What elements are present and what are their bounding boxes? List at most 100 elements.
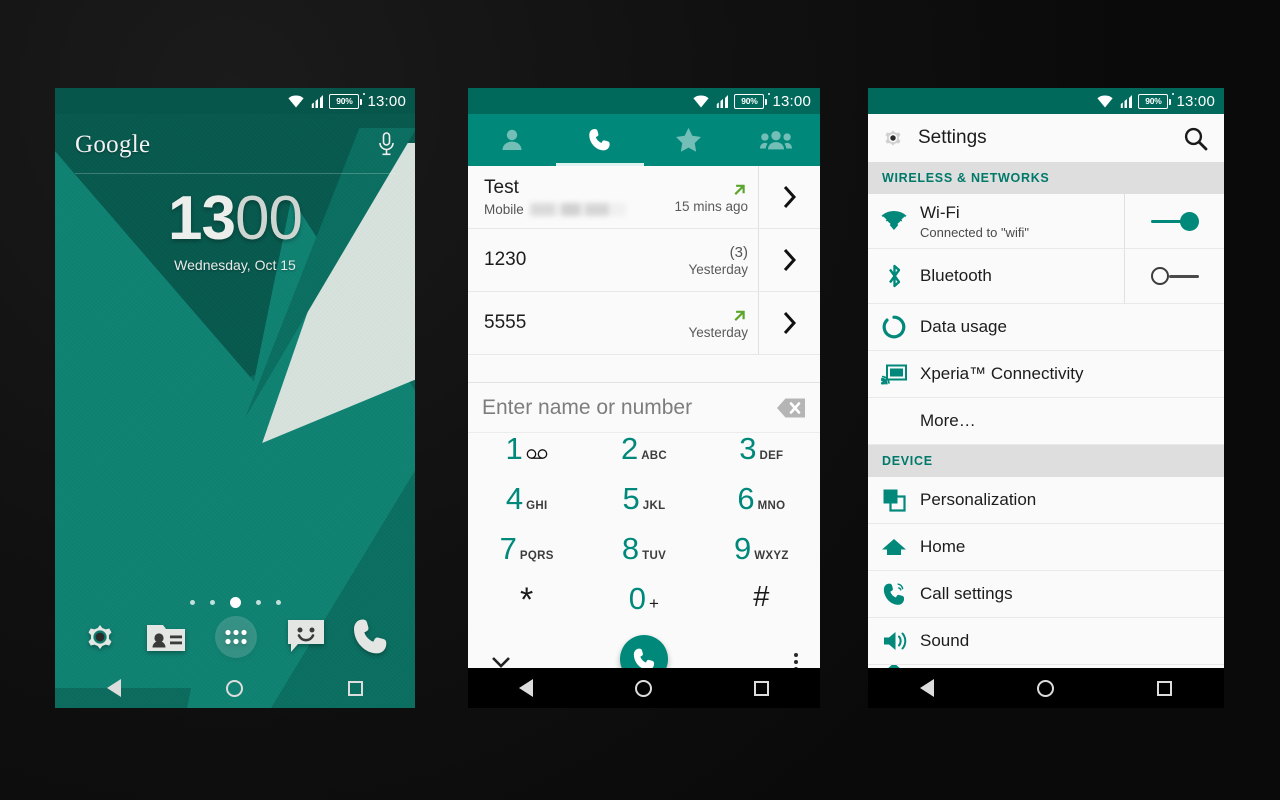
home-icon[interactable] — [635, 679, 652, 697]
call-log-row-info: 5555 — [468, 292, 640, 354]
key-digit: 4 — [505, 481, 524, 516]
tab-contacts[interactable] — [468, 114, 556, 166]
call-log-row-info: 1230 — [468, 229, 640, 291]
back-icon[interactable] — [107, 679, 122, 697]
tab-call-log[interactable] — [556, 114, 644, 166]
battery-icon: 90% — [734, 92, 771, 109]
tab-favorites[interactable] — [644, 114, 732, 166]
recents-icon[interactable] — [1157, 680, 1173, 696]
key-9[interactable]: 9 WXYZ — [703, 533, 820, 583]
key-4[interactable]: 4 GHI — [468, 483, 585, 533]
app-drawer-icon[interactable] — [213, 614, 259, 660]
key-5[interactable]: 5 JKL — [585, 483, 702, 533]
call-settings-icon — [868, 582, 920, 607]
tab-groups[interactable] — [732, 114, 820, 166]
status-bar: 90% 13:00 — [468, 88, 820, 114]
key-star[interactable]: * — [468, 583, 585, 633]
page-dot[interactable] — [275, 600, 281, 605]
home-roof-icon — [868, 538, 920, 557]
key-1[interactable]: 1 — [468, 433, 585, 483]
dial-input-row[interactable]: Enter name or number — [468, 383, 820, 433]
home-icon[interactable] — [225, 679, 243, 697]
search-icon[interactable] — [1183, 126, 1208, 151]
settings-item-text: Xperia™ Connectivity — [920, 364, 1224, 384]
settings-item-label: Sound — [920, 631, 970, 650]
page-dot[interactable] — [255, 600, 261, 605]
contacts-card-icon[interactable] — [145, 619, 187, 655]
signal-icon — [312, 94, 324, 108]
settings-item-call-settings[interactable]: Call settings — [868, 571, 1224, 618]
key-digit: 6 — [737, 481, 755, 516]
key-2[interactable]: 2 ABC — [585, 433, 702, 483]
status-clock: 13:00 — [1176, 92, 1215, 110]
call-log-time: Yesterday — [688, 324, 748, 340]
layers-icon — [868, 488, 920, 512]
screenshot-canvas: 90% 13:00 Google 1300 Wednesday, Oct 15 — [0, 0, 1280, 800]
phone-handset-icon[interactable] — [352, 617, 390, 657]
settings-item-home[interactable]: Home — [868, 524, 1224, 571]
call-log-row[interactable]: Test Mobile 15 mins ago — [468, 166, 820, 229]
page-dot-active[interactable] — [229, 597, 241, 608]
redacted-phone-number — [529, 203, 626, 216]
key-6[interactable]: 6 MNO — [703, 483, 820, 533]
call-log-details-button[interactable] — [758, 229, 820, 291]
settings-item-wifi[interactable]: Wi-Fi Connected to "wifi" — [868, 194, 1224, 249]
section-header-device: DEVICE — [868, 445, 1224, 477]
call-log-details-button[interactable] — [758, 166, 820, 228]
call-log-row[interactable]: 5555 Yesterday — [468, 292, 820, 355]
microphone-icon[interactable] — [378, 132, 395, 158]
key-digit: 5 — [622, 481, 640, 516]
key-8[interactable]: 8 TUV — [585, 533, 702, 583]
gear-icon[interactable] — [80, 617, 120, 657]
gear-icon — [885, 130, 901, 146]
clock-widget[interactable]: 1300 Wednesday, Oct 15 — [55, 188, 415, 274]
key-0[interactable]: 0 + — [585, 583, 702, 633]
settings-item-text: Bluetooth — [920, 266, 1124, 286]
settings-item-data-usage[interactable]: Data usage — [868, 304, 1224, 351]
key-letters: GHI — [526, 500, 548, 512]
key-7[interactable]: 7 PQRS — [468, 533, 585, 583]
call-log-details-button[interactable] — [758, 292, 820, 354]
key-digit: 3 — [739, 431, 757, 466]
backspace-icon[interactable] — [776, 397, 806, 419]
key-hash[interactable]: # — [703, 583, 820, 633]
google-search-widget[interactable]: Google — [55, 114, 415, 176]
home-icon[interactable] — [1036, 679, 1054, 697]
data-usage-icon — [868, 315, 920, 339]
message-smiley-icon[interactable] — [285, 617, 327, 657]
settings-item-text: Call settings — [920, 584, 1224, 604]
key-3[interactable]: 3 DEF — [703, 433, 820, 483]
back-icon[interactable] — [519, 679, 533, 697]
settings-item-label: More… — [920, 411, 976, 430]
bluetooth-toggle[interactable] — [1124, 249, 1224, 303]
settings-item-personalization[interactable]: Personalization — [868, 477, 1224, 524]
toggle-switch-off[interactable] — [1150, 266, 1199, 286]
call-log-row[interactable]: 1230 (3) Yesterday — [468, 229, 820, 292]
settings-item-sound[interactable]: Sound — [868, 618, 1224, 665]
page-dot[interactable] — [189, 600, 195, 605]
wifi-toggle[interactable] — [1124, 194, 1224, 248]
cast-screen-icon — [868, 364, 920, 385]
section-header-wireless: WIRELESS & NETWORKS — [868, 162, 1224, 194]
recents-icon[interactable] — [347, 680, 363, 696]
settings-item-bluetooth[interactable]: Bluetooth — [868, 249, 1224, 304]
settings-header: Settings — [868, 114, 1224, 162]
keypad-row: 1 2 ABC 3 DEF — [468, 433, 820, 483]
chevron-right-icon — [783, 311, 797, 335]
recents-icon[interactable] — [754, 680, 769, 696]
settings-item-more[interactable]: More… — [868, 398, 1224, 445]
key-digit: 8 — [621, 531, 640, 566]
toggle-switch-on[interactable] — [1150, 211, 1199, 231]
settings-item-xperia-connectivity[interactable]: Xperia™ Connectivity — [868, 351, 1224, 398]
wifi-icon — [693, 94, 710, 107]
call-log-time: Yesterday — [688, 261, 748, 277]
page-dot[interactable] — [209, 600, 215, 605]
back-icon[interactable] — [919, 679, 934, 697]
chevron-down-icon[interactable] — [490, 655, 512, 669]
keypad-row: 4 GHI 5 JKL 6 MNO — [468, 483, 820, 533]
settings-item-label: Data usage — [920, 317, 1007, 336]
call-log-meta: 15 mins ago — [640, 166, 758, 228]
keypad-row: 7 PQRS 8 TUV 9 WXYZ — [468, 533, 820, 583]
settings-item-text: Home — [920, 537, 1224, 557]
navigation-bar — [468, 668, 820, 708]
